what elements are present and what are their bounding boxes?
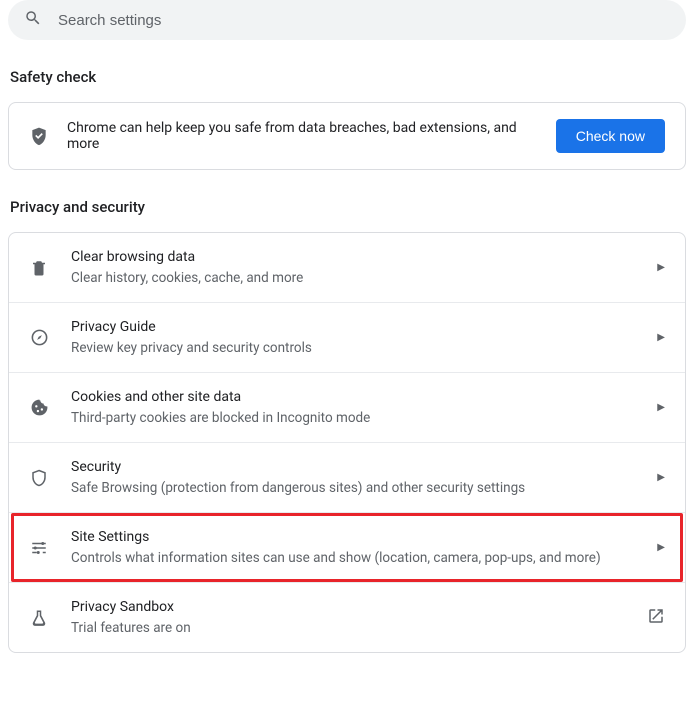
row-cookies[interactable]: Cookies and other site data Third-party … — [9, 372, 685, 442]
chevron-right-icon: ▶ — [657, 472, 665, 483]
row-site-settings[interactable]: Site Settings Controls what information … — [9, 512, 685, 582]
chevron-right-icon: ▶ — [657, 542, 665, 553]
row-title: Clear browsing data — [71, 247, 635, 267]
privacy-card: Clear browsing data Clear history, cooki… — [8, 232, 686, 653]
chevron-right-icon: ▶ — [657, 332, 665, 343]
trash-icon — [29, 259, 49, 277]
row-title: Security — [71, 457, 635, 477]
shield-icon — [29, 469, 49, 487]
search-icon — [24, 9, 42, 31]
row-security[interactable]: Security Safe Browsing (protection from … — [9, 442, 685, 512]
check-now-button[interactable]: Check now — [556, 119, 665, 153]
row-subtitle: Trial features are on — [71, 619, 625, 638]
external-link-icon — [647, 607, 665, 628]
row-clear-browsing-data[interactable]: Clear browsing data Clear history, cooki… — [9, 233, 685, 302]
safety-check-card: Chrome can help keep you safe from data … — [8, 102, 686, 170]
tune-icon — [29, 539, 49, 557]
section-title-safety: Safety check — [10, 68, 686, 86]
flask-icon — [29, 609, 49, 627]
row-title: Privacy Sandbox — [71, 597, 625, 617]
search-input[interactable] — [56, 11, 670, 30]
row-title: Site Settings — [71, 527, 635, 547]
row-privacy-sandbox[interactable]: Privacy Sandbox Trial features are on — [9, 582, 685, 652]
cookie-icon — [29, 398, 49, 417]
safety-check-text: Chrome can help keep you safe from data … — [67, 120, 538, 152]
row-subtitle: Third-party cookies are blocked in Incog… — [71, 409, 635, 428]
row-title: Cookies and other site data — [71, 387, 635, 407]
safety-check-row: Chrome can help keep you safe from data … — [9, 103, 685, 169]
row-title: Privacy Guide — [71, 317, 635, 337]
compass-icon — [29, 328, 49, 347]
chevron-right-icon: ▶ — [657, 262, 665, 273]
row-subtitle: Controls what information sites can use … — [71, 549, 635, 568]
search-bar[interactable] — [8, 0, 686, 40]
chevron-right-icon: ▶ — [657, 402, 665, 413]
section-title-privacy: Privacy and security — [10, 198, 686, 216]
row-privacy-guide[interactable]: Privacy Guide Review key privacy and sec… — [9, 302, 685, 372]
row-subtitle: Clear history, cookies, cache, and more — [71, 269, 635, 288]
shield-check-icon — [29, 126, 49, 146]
row-subtitle: Safe Browsing (protection from dangerous… — [71, 479, 635, 498]
row-subtitle: Review key privacy and security controls — [71, 339, 635, 358]
